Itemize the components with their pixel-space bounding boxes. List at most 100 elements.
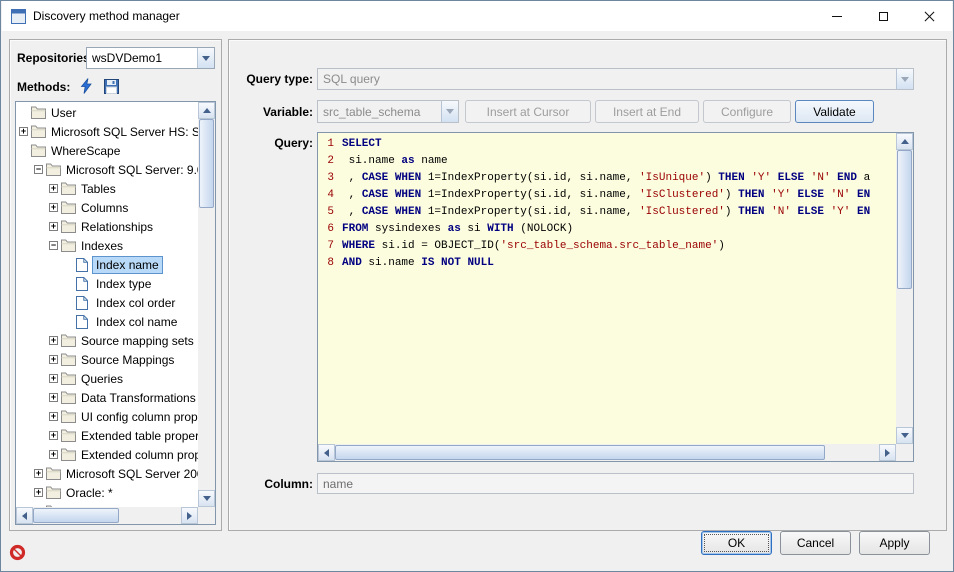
tree-item[interactable]: Index col name — [17, 312, 198, 331]
tree-item-label: Columns — [78, 200, 131, 216]
chevron-down-icon — [896, 69, 913, 89]
window-controls — [814, 1, 952, 31]
folder-icon — [61, 448, 78, 461]
scroll-down-icon[interactable] — [198, 490, 215, 507]
query-editor-lines[interactable]: 1SELECT2 si.name as name3 , CASE WHEN 1=… — [318, 134, 896, 444]
expand-icon[interactable]: + — [34, 488, 43, 497]
tree-hscroll-track[interactable] — [33, 507, 181, 524]
expand-icon[interactable]: + — [49, 222, 58, 231]
tree-item[interactable]: + Source Mappings — [17, 350, 198, 369]
maximize-button[interactable] — [860, 1, 906, 31]
cancel-button[interactable]: Cancel — [780, 531, 851, 555]
expand-icon[interactable]: + — [34, 469, 43, 478]
tree-item[interactable]: + Oracle: * — [17, 483, 198, 502]
folder-icon — [61, 182, 78, 195]
tree-item[interactable]: +Tables — [17, 179, 198, 198]
scroll-right-icon[interactable] — [181, 507, 198, 524]
tree-item[interactable]: + Data Transformations — [17, 388, 198, 407]
editor-vscroll-track[interactable] — [896, 150, 913, 427]
tree-item-label: Data Transformations — [78, 390, 198, 406]
editor-vertical-scrollbar[interactable] — [896, 133, 913, 444]
scroll-left-icon[interactable] — [318, 444, 335, 461]
repository-select[interactable]: wsDVDemo1 — [86, 47, 215, 69]
folder-icon — [31, 125, 48, 138]
tree-item[interactable]: Index name — [17, 255, 198, 274]
close-button[interactable] — [906, 1, 952, 31]
scrollbar-thumb[interactable] — [199, 119, 214, 208]
collapse-icon[interactable]: − — [49, 241, 58, 250]
code-line: 4 , CASE WHEN 1=IndexProperty(si.id, si.… — [322, 187, 896, 204]
methods-label: Methods: — [17, 80, 70, 94]
tree-vscroll-track[interactable] — [198, 119, 215, 490]
ok-button[interactable]: OK — [701, 531, 772, 555]
folder-icon — [61, 239, 78, 252]
line-number: 1 — [322, 136, 334, 153]
tree-item[interactable]: +Relationships — [17, 217, 198, 236]
tree-item[interactable]: +Extended table propert — [17, 426, 198, 445]
close-icon — [924, 11, 935, 22]
tree-item[interactable]: +Queries — [17, 369, 198, 388]
line-number: 3 — [322, 170, 334, 187]
expand-icon[interactable]: + — [49, 431, 58, 440]
tree-item[interactable]: + UI config column prope — [17, 407, 198, 426]
tree-item[interactable]: WhereScape — [17, 141, 198, 160]
expand-icon[interactable]: + — [49, 450, 58, 459]
expand-icon[interactable]: + — [49, 336, 58, 345]
scroll-down-icon[interactable] — [896, 427, 913, 444]
tree-container: User + Microsoft SQL Server HS: SWhereScap… — [15, 101, 216, 525]
code-line: 8AND si.name IS NOT NULL — [322, 255, 896, 272]
expander-spacer — [19, 146, 28, 155]
editor-horizontal-scrollbar[interactable] — [318, 444, 896, 461]
expand-icon[interactable]: + — [49, 355, 58, 364]
title-bar: Discovery method manager — [2, 1, 952, 31]
save-methods-icon[interactable] — [102, 77, 120, 95]
scrollbar-thumb[interactable] — [897, 150, 912, 289]
tree-item-label: UI config column prope — [78, 409, 198, 425]
scrollbar-thumb[interactable] — [335, 445, 825, 460]
scroll-left-icon[interactable] — [16, 507, 33, 524]
scroll-up-icon[interactable] — [896, 133, 913, 150]
expander-spacer — [64, 279, 73, 288]
expand-icon[interactable]: + — [49, 203, 58, 212]
validate-button[interactable]: Validate — [795, 100, 874, 123]
tree-item[interactable]: −Indexes — [17, 236, 198, 255]
minimize-icon — [832, 16, 842, 17]
expand-icon[interactable]: + — [49, 184, 58, 193]
tree-item[interactable]: Index type — [17, 274, 198, 293]
tree-item[interactable]: +Source mapping sets — [17, 331, 198, 350]
tree-item-label: Microsoft SQL Server HS: S — [48, 124, 198, 140]
tree-item[interactable]: Index col order — [17, 293, 198, 312]
tree-item-label: Extended column prop — [78, 447, 198, 463]
collapse-icon[interactable]: − — [34, 165, 43, 174]
insert-at-cursor-button: Insert at Cursor — [465, 100, 591, 123]
refresh-methods-icon[interactable] — [77, 77, 95, 95]
document-icon — [76, 315, 93, 329]
expander-spacer — [64, 317, 73, 326]
expand-icon[interactable]: + — [49, 412, 58, 421]
tree-item[interactable]: User — [17, 103, 198, 122]
tree-item[interactable]: + Columns — [17, 198, 198, 217]
tree-vertical-scrollbar[interactable] — [198, 102, 215, 507]
document-icon — [76, 296, 93, 310]
tree-item-label: Source Mappings — [78, 352, 177, 368]
tree-item[interactable]: + Extended column prop — [17, 445, 198, 464]
query-editor[interactable]: 1SELECT2 si.name as name3 , CASE WHEN 1=… — [317, 132, 914, 462]
tree-item-label: Oracle: * — [63, 485, 116, 501]
minimize-button[interactable] — [814, 1, 860, 31]
tree-item[interactable]: + Microsoft SQL Server HS: S — [17, 122, 198, 141]
code-line: 7WHERE si.id = OBJECT_ID('src_table_sche… — [322, 238, 896, 255]
tree-item[interactable]: −Microsoft SQL Server: 9.0 - — [17, 160, 198, 179]
folder-icon — [61, 410, 78, 423]
tree-horizontal-scrollbar[interactable] — [16, 507, 198, 524]
editor-hscroll-track[interactable] — [335, 444, 879, 461]
expand-icon[interactable]: + — [49, 374, 58, 383]
scroll-right-icon[interactable] — [879, 444, 896, 461]
apply-button[interactable]: Apply — [859, 531, 930, 555]
scroll-up-icon[interactable] — [198, 102, 215, 119]
scrollbar-thumb[interactable] — [33, 508, 119, 523]
tree-item[interactable]: +Microsoft SQL Server 2000 — [17, 464, 198, 483]
window-title: Discovery method manager — [33, 9, 180, 23]
expand-icon[interactable]: + — [19, 127, 28, 136]
expand-icon[interactable]: + — [49, 393, 58, 402]
chevron-down-icon[interactable] — [197, 48, 214, 68]
